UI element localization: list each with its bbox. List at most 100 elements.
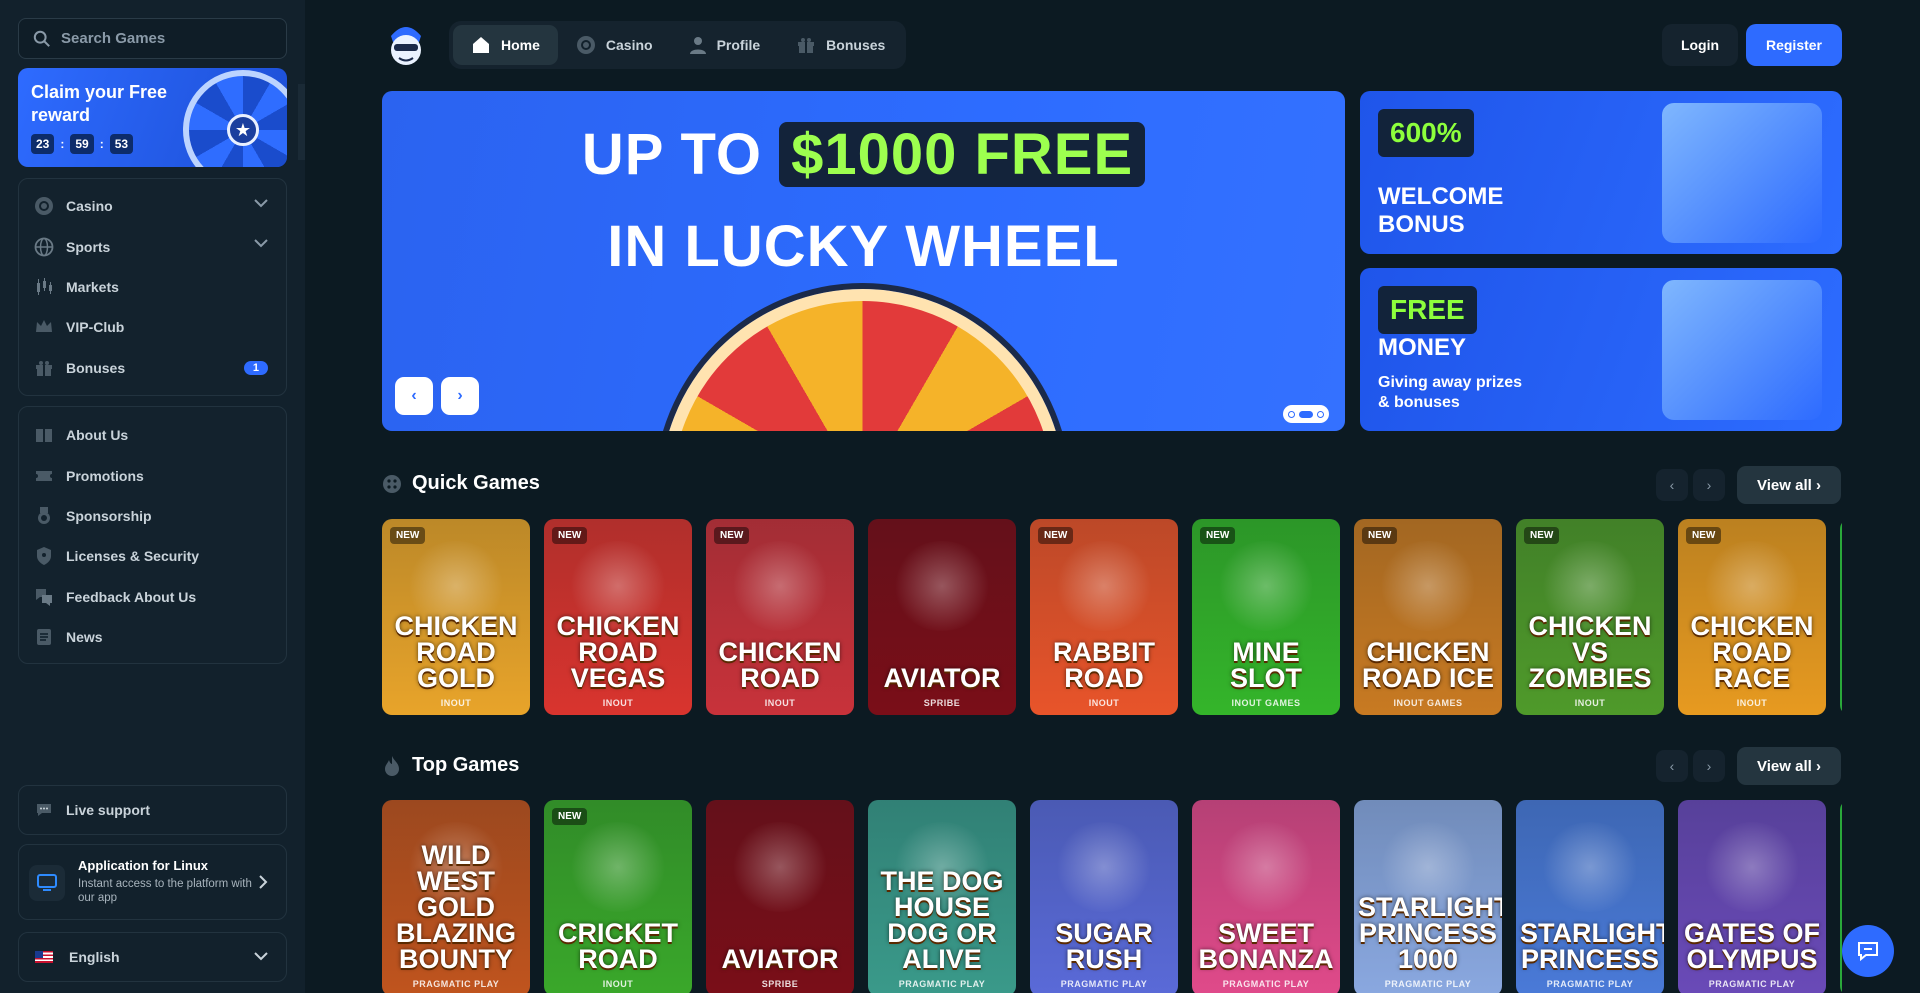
new-badge: NEW — [1362, 527, 1398, 544]
top-games-next-button[interactable]: › — [1693, 750, 1725, 782]
game-card[interactable]: NEW MINE SLOT INOUT GAMES — [1192, 519, 1340, 715]
game-card-partial[interactable] — [1840, 519, 1842, 715]
register-button[interactable]: Register — [1746, 24, 1842, 66]
sidebar-item-bonuses[interactable]: Bonuses 1 — [19, 348, 286, 388]
game-card[interactable]: STARLIGHT PRINCESS 1000 PRAGMATIC PLAY — [1354, 800, 1502, 993]
top-games-prev-button[interactable]: ‹ — [1656, 750, 1688, 782]
tab-profile[interactable]: Profile — [671, 25, 779, 65]
sidebar-item-licenses-security[interactable]: Licenses & Security — [19, 536, 286, 576]
login-button[interactable]: Login — [1662, 24, 1738, 66]
medal-icon — [34, 506, 54, 526]
game-provider: SPRIBE — [923, 698, 961, 708]
sidebar-item-sports[interactable]: Sports — [19, 226, 286, 266]
quick-games-prev-button[interactable]: ‹ — [1656, 469, 1688, 501]
free-money-card[interactable]: FREE MONEY Giving away prizes & bonuses — [1360, 268, 1842, 431]
site-logo[interactable] — [385, 22, 427, 68]
new-badge: NEW — [1524, 527, 1560, 544]
dice-icon — [382, 474, 402, 494]
chat-button[interactable] — [1842, 925, 1894, 977]
carousel-dot[interactable] — [1317, 410, 1324, 418]
game-card[interactable]: SWEET BONANZA PRAGMATIC PLAY — [1192, 800, 1340, 993]
linux-app-banner[interactable]: Application for Linux Instant access to … — [18, 844, 287, 920]
game-card[interactable]: THE DOG HOUSE DOG OR ALIVE PRAGMATIC PLAY — [868, 800, 1016, 993]
carousel-dots[interactable] — [1283, 405, 1329, 423]
sidebar-item-label: Feedback About Us — [66, 588, 197, 605]
live-support-button[interactable]: Live support — [18, 785, 287, 835]
promo-title: WELCOME BONUS — [1378, 183, 1504, 238]
new-badge: NEW — [390, 527, 426, 544]
game-card[interactable]: NEW CHICKEN ROAD ICE INOUT GAMES — [1354, 519, 1502, 715]
game-card[interactable]: AVIATOR SPRIBE — [868, 519, 1016, 715]
free-reward-banner[interactable]: Claim your Free reward 23: 59: 53 ★ — [18, 68, 287, 167]
welcome-bonus-card[interactable]: 600% WELCOME BONUS — [1360, 91, 1842, 254]
game-card[interactable]: GATES OF OLYMPUS PRAGMATIC PLAY — [1678, 800, 1826, 993]
game-provider: INOUT GAMES — [1393, 698, 1463, 708]
sidebar-item-vip-club[interactable]: VIP-Club — [19, 307, 286, 347]
carousel-next-button[interactable]: › — [441, 377, 479, 415]
gift-icon — [34, 358, 54, 378]
game-provider: INOUT — [1736, 698, 1768, 708]
tab-home[interactable]: Home — [453, 25, 558, 65]
info-nav-panel: About Us Promotions Sponsorship Licenses & … — [18, 406, 287, 664]
game-card[interactable]: NEW CHICKEN VS ZOMBIES INOUT — [1516, 519, 1664, 715]
section-title-text: Top Games — [412, 754, 520, 776]
game-artwork — [730, 822, 830, 912]
us-flag-icon — [35, 951, 53, 963]
top-games-title: Top Games — [382, 754, 519, 777]
sidebar-item-promotions[interactable]: Promotions — [19, 455, 286, 495]
feedback-icon — [34, 587, 54, 607]
quick-games-view-all-button[interactable]: View all › — [1737, 466, 1841, 504]
gift-box-icon — [1662, 103, 1822, 243]
candlestick-icon — [34, 277, 54, 297]
game-title: CHICKEN VS ZOMBIES — [1528, 611, 1652, 693]
quick-games-title: Quick Games — [382, 472, 540, 495]
game-card-partial[interactable] — [1840, 800, 1842, 993]
search-box[interactable] — [18, 18, 287, 59]
sidebar-item-feedback-about-us[interactable]: Feedback About Us — [19, 577, 286, 617]
carousel-dot-active[interactable] — [1299, 410, 1313, 418]
sidebar-item-news[interactable]: News — [19, 617, 286, 657]
game-card[interactable]: NEW CHICKEN ROAD VEGAS INOUT — [544, 519, 692, 715]
sidebar-item-casino[interactable]: Casino — [19, 186, 286, 226]
game-card[interactable]: WILD WEST GOLD BLAZING BOUNTY PRAGMATIC P… — [382, 800, 530, 993]
globe-icon — [34, 237, 54, 257]
game-title: GATES OF OLYMPUS — [1683, 918, 1820, 974]
main-content: Home Casino Profile Bonuses Login Register … — [305, 0, 1920, 993]
hero-line-1: UP TO $1000 FREE — [382, 121, 1345, 188]
game-provider: PRAGMATIC PLAY — [1060, 979, 1148, 989]
sidebar-item-about-us[interactable]: About Us — [19, 415, 286, 455]
game-card[interactable]: NEW RABBIT ROAD INOUT — [1030, 519, 1178, 715]
new-badge: NEW — [552, 527, 588, 544]
sidebar-item-markets[interactable]: Markets — [19, 267, 286, 307]
promo-tag: 600% — [1378, 109, 1474, 157]
casino-chip-icon — [34, 196, 54, 216]
sidebar-item-label: VIP-Club — [66, 319, 125, 336]
casino-chip-icon — [576, 35, 596, 55]
top-games-view-all-button[interactable]: View all › — [1737, 747, 1841, 785]
chevron-right-icon — [259, 875, 268, 889]
language-selector[interactable]: English — [18, 932, 287, 982]
tab-bonuses[interactable]: Bonuses — [778, 25, 903, 65]
sidebar-item-label: Sports — [66, 238, 111, 255]
game-provider: PRAGMATIC PLAY — [1222, 979, 1310, 989]
game-card[interactable]: SUGAR RUSH PRAGMATIC PLAY — [1030, 800, 1178, 993]
game-card[interactable]: AVIATOR SPRIBE — [706, 800, 854, 993]
search-input[interactable] — [61, 30, 261, 47]
flame-icon — [382, 755, 402, 777]
game-title: SWEET BONANZA — [1198, 918, 1334, 974]
game-card[interactable]: NEW CRICKET ROAD INOUT — [544, 800, 692, 993]
game-provider: INOUT — [1574, 698, 1606, 708]
tab-casino[interactable]: Casino — [558, 25, 671, 65]
new-badge: NEW — [1686, 527, 1722, 544]
hero-banner[interactable]: UP TO $1000 FREE IN LUCKY WHEEL ‹ › — [382, 91, 1345, 431]
tab-label: Casino — [605, 37, 653, 53]
sidebar-item-sponsorship[interactable]: Sponsorship — [19, 496, 286, 536]
lucky-wheel-icon — [660, 289, 1065, 431]
carousel-prev-button[interactable]: ‹ — [395, 377, 433, 415]
game-card[interactable]: NEW CHICKEN ROAD INOUT — [706, 519, 854, 715]
quick-games-next-button[interactable]: › — [1693, 469, 1725, 501]
game-card[interactable]: STARLIGHT PRINCESS PRAGMATIC PLAY — [1516, 800, 1664, 993]
game-card[interactable]: NEW CHICKEN ROAD RACE INOUT — [1678, 519, 1826, 715]
carousel-dot[interactable] — [1288, 410, 1295, 418]
game-card[interactable]: NEW CHICKEN ROAD GOLD INOUT — [382, 519, 530, 715]
